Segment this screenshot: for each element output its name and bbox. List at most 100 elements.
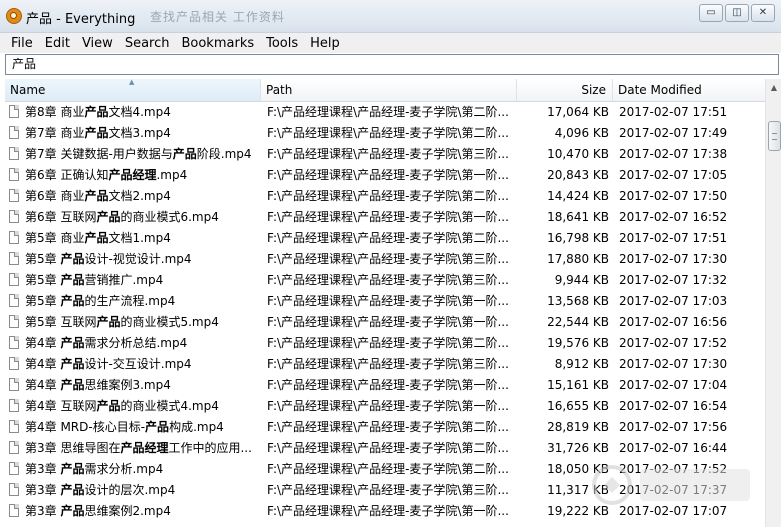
- file-path-cell: F:\产品经理课程\产品经理-麦子学院\第一阶...: [267, 294, 509, 308]
- file-size-cell: 15,161 KB: [547, 378, 609, 392]
- menu-bar: File Edit View Search Bookmarks Tools He…: [0, 33, 781, 53]
- menu-edit[interactable]: Edit: [39, 36, 76, 51]
- file-name-cell: 第5章 产品设计-视觉设计.mp4: [9, 249, 261, 270]
- file-name-cell: 第5章 商业产品文档1.mp4: [9, 228, 261, 249]
- file-name-prefix: 第5章: [25, 252, 61, 266]
- table-row[interactable]: 第3章 产品需求分析.mp4 F:\产品经理课程\产品经理-麦子学院\第二阶...…: [5, 459, 765, 480]
- file-name-prefix: 第4章: [25, 378, 61, 392]
- table-row[interactable]: 第5章 产品营销推广.mp4 F:\产品经理课程\产品经理-麦子学院\第三阶...…: [5, 270, 765, 291]
- file-name-match: 产品: [60, 252, 85, 266]
- table-row[interactable]: 第4章 MRD-核心目标-产品构成.mp4 F:\产品经理课程\产品经理-麦子学院…: [5, 417, 765, 438]
- file-name-match: 产品: [96, 210, 121, 224]
- table-row[interactable]: 第5章 产品设计-视觉设计.mp4 F:\产品经理课程\产品经理-麦子学院\第三阶…: [5, 249, 765, 270]
- file-name-match: 产品: [60, 357, 85, 371]
- file-name-suffix: 阶段.mp4: [196, 147, 252, 161]
- file-date-cell: 2017-02-07 17:32: [619, 273, 728, 287]
- file-date-cell: 2017-02-07 17:04: [619, 378, 728, 392]
- menu-bookmarks[interactable]: Bookmarks: [175, 36, 260, 51]
- file-size-cell: 10,470 KB: [547, 147, 609, 161]
- file-path-cell: F:\产品经理课程\产品经理-麦子学院\第二阶...: [267, 420, 509, 434]
- file-name-prefix: 第7章 商业: [25, 126, 85, 140]
- file-path-cell: F:\产品经理课程\产品经理-麦子学院\第三阶...: [267, 147, 509, 161]
- table-row[interactable]: 第3章 思维导图在产品经理工作中的应用... F:\产品经理课程\产品经理-麦子学…: [5, 438, 765, 459]
- table-row[interactable]: 第4章 产品思维案例3.mp4 F:\产品经理课程\产品经理-麦子学院\第一阶..…: [5, 375, 765, 396]
- file-size-cell: 16,655 KB: [547, 399, 609, 413]
- file-date-cell: 2017-02-07 17:51: [619, 105, 728, 119]
- restore-button[interactable]: ◫: [725, 4, 749, 22]
- file-date-cell: 2017-02-07 17:38: [619, 147, 728, 161]
- column-header-date-modified[interactable]: Date Modified: [613, 79, 765, 101]
- file-path-cell: F:\产品经理课程\产品经理-麦子学院\第一阶...: [267, 504, 509, 518]
- table-row[interactable]: 第6章 正确认知产品经理.mp4 F:\产品经理课程\产品经理-麦子学院\第一阶.…: [5, 165, 765, 186]
- file-name-cell: 第7章 商业产品文档3.mp4: [9, 123, 261, 144]
- file-path-cell: F:\产品经理课程\产品经理-麦子学院\第三阶...: [267, 252, 509, 266]
- file-name-suffix: 设计-交互设计.mp4: [84, 357, 192, 371]
- menu-view[interactable]: View: [76, 36, 119, 51]
- table-row[interactable]: 第4章 产品需求分析总结.mp4 F:\产品经理课程\产品经理-麦子学院\第二阶.…: [5, 333, 765, 354]
- file-name-match: 产品: [60, 462, 85, 476]
- table-row[interactable]: 第3章 产品设计的层次.mp4 F:\产品经理课程\产品经理-麦子学院\第三阶..…: [5, 480, 765, 501]
- file-name-prefix: 第5章 互联网: [25, 315, 97, 329]
- table-row[interactable]: 第4章 产品设计-交互设计.mp4 F:\产品经理课程\产品经理-麦子学院\第三阶…: [5, 354, 765, 375]
- file-name-prefix: 第4章 MRD-核心目标-: [25, 420, 146, 434]
- scroll-thumb[interactable]: [768, 121, 781, 151]
- file-size-cell: 17,064 KB: [547, 105, 609, 119]
- menu-help[interactable]: Help: [304, 36, 346, 51]
- menu-tools[interactable]: Tools: [260, 36, 304, 51]
- table-row[interactable]: 第6章 互联网产品的商业模式6.mp4 F:\产品经理课程\产品经理-麦子学院\第…: [5, 207, 765, 228]
- file-name-match: 产品: [84, 105, 109, 119]
- file-path-cell: F:\产品经理课程\产品经理-麦子学院\第二阶...: [267, 441, 509, 455]
- file-size-cell: 18,641 KB: [547, 210, 609, 224]
- file-name-suffix: 工作中的应用...: [168, 441, 252, 455]
- file-name-match: 产品: [60, 483, 85, 497]
- file-size-cell: 19,222 KB: [547, 504, 609, 518]
- file-name-prefix: 第6章 互联网: [25, 210, 97, 224]
- table-row[interactable]: 第5章 产品的生产流程.mp4 F:\产品经理课程\产品经理-麦子学院\第一阶..…: [5, 291, 765, 312]
- file-size-cell: 22,544 KB: [547, 315, 609, 329]
- file-name-cell: 第3章 产品需求分析.mp4: [9, 459, 261, 480]
- scroll-up-icon[interactable]: ▲: [766, 79, 781, 95]
- table-row[interactable]: 第5章 互联网产品的商业模式5.mp4 F:\产品经理课程\产品经理-麦子学院\第…: [5, 312, 765, 333]
- menu-search[interactable]: Search: [119, 36, 176, 51]
- file-name-cell: 第3章 产品设计的层次.mp4: [9, 480, 261, 501]
- file-name-suffix: 的商业模式6.mp4: [120, 210, 219, 224]
- file-size-cell: 4,096 KB: [554, 126, 609, 140]
- column-header-path[interactable]: Path: [261, 79, 517, 101]
- table-row[interactable]: 第3章 产品思维案例2.mp4 F:\产品经理课程\产品经理-麦子学院\第一阶..…: [5, 501, 765, 522]
- file-name-suffix: 需求分析.mp4: [84, 462, 164, 476]
- file-date-cell: 2017-02-07 17:49: [619, 126, 728, 140]
- file-path-cell: F:\产品经理课程\产品经理-麦子学院\第三阶...: [267, 273, 509, 287]
- table-row[interactable]: 第6章 商业产品文档2.mp4 F:\产品经理课程\产品经理-麦子学院\第二阶..…: [5, 186, 765, 207]
- file-path-cell: F:\产品经理课程\产品经理-麦子学院\第一阶...: [267, 168, 509, 182]
- menu-file[interactable]: File: [0, 36, 39, 51]
- search-box: [5, 54, 779, 75]
- file-date-cell: 2017-02-07 17:50: [619, 189, 728, 203]
- table-row[interactable]: 第4章 互联网产品的商业模式4.mp4 F:\产品经理课程\产品经理-麦子学院\第…: [5, 396, 765, 417]
- minimize-button[interactable]: ▭: [699, 4, 723, 22]
- close-button[interactable]: ✕: [751, 4, 775, 22]
- file-name-cell: 第8章 商业产品文档4.mp4: [9, 102, 261, 123]
- file-name-match: 产品: [60, 336, 85, 350]
- column-header-path-label: Path: [266, 83, 293, 97]
- file-name-prefix: 第6章 正确认知: [25, 168, 109, 182]
- table-row[interactable]: 第7章 关键数据-用户数据与产品阶段.mp4 F:\产品经理课程\产品经理-麦子学…: [5, 144, 765, 165]
- title-bar[interactable]: 产品 - Everything 查找产品相关 工作资料 ▭ ◫ ✕: [0, 0, 781, 33]
- file-name-cell: 第4章 产品需求分析总结.mp4: [9, 333, 261, 354]
- table-row[interactable]: 第8章 商业产品文档4.mp4 F:\产品经理课程\产品经理-麦子学院\第二阶..…: [5, 102, 765, 123]
- column-header-name[interactable]: ▲ Name: [5, 78, 261, 101]
- file-name-cell: 第6章 商业产品文档2.mp4: [9, 186, 261, 207]
- column-header-size[interactable]: Size: [517, 79, 613, 101]
- search-input[interactable]: [6, 55, 772, 74]
- file-date-cell: 2017-02-07 17:52: [619, 336, 728, 350]
- file-name-prefix: 第4章 互联网: [25, 399, 97, 413]
- file-name-prefix: 第5章 商业: [25, 231, 85, 245]
- file-name-prefix: 第7章 关键数据-用户数据与: [25, 147, 173, 161]
- file-date-cell: 2017-02-07 16:56: [619, 315, 728, 329]
- vertical-scrollbar[interactable]: ▲: [765, 79, 781, 527]
- file-path-cell: F:\产品经理课程\产品经理-麦子学院\第二阶...: [267, 126, 509, 140]
- table-row[interactable]: 第7章 商业产品文档3.mp4 F:\产品经理课程\产品经理-麦子学院\第二阶..…: [5, 123, 765, 144]
- file-name-cell: 第5章 产品的生产流程.mp4: [9, 291, 261, 312]
- file-path-cell: F:\产品经理课程\产品经理-麦子学院\第一阶...: [267, 399, 509, 413]
- file-name-prefix: 第4章: [25, 357, 61, 371]
- table-row[interactable]: 第5章 商业产品文档1.mp4 F:\产品经理课程\产品经理-麦子学院\第二阶..…: [5, 228, 765, 249]
